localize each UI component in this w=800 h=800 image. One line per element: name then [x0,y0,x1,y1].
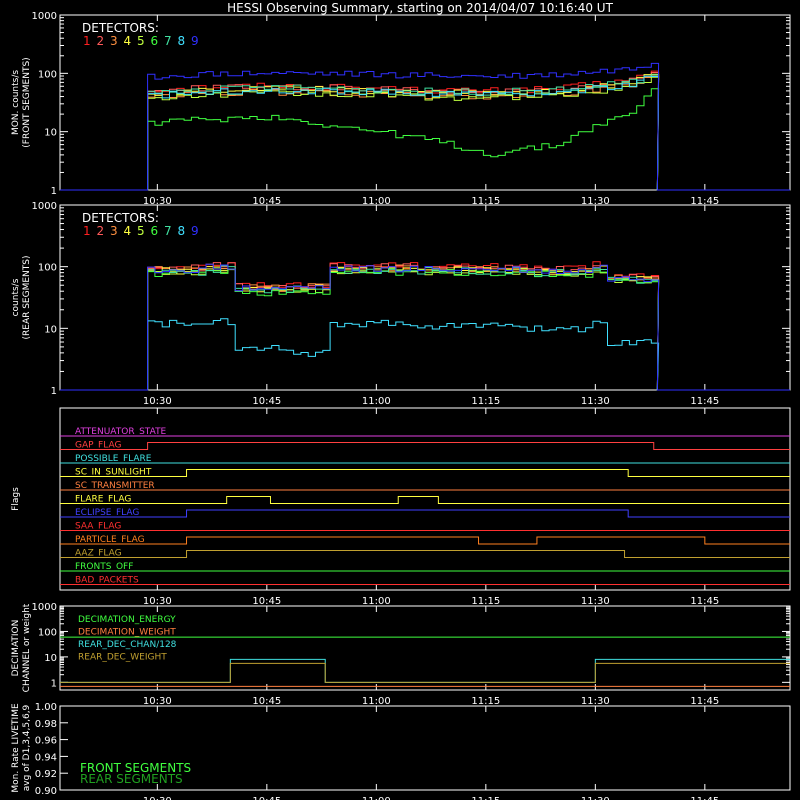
decimation-panel-ytick-label-3: 1000 [32,602,57,613]
rear-panel-legend-entry-7: 8 [178,224,186,238]
front-panel-series-8 [60,75,790,191]
front-panel-legend-entry-0: 1 [83,34,91,48]
front-panel-legend-entry-6: 7 [164,34,172,48]
rear-panel-xtick-label-3: 11:15 [471,396,500,407]
rear-panel-legend-entry-1: 2 [97,224,105,238]
livetime-ytick-label-5: 1.00 [35,702,57,713]
flags-panel-xtick-label-2: 11:00 [362,596,391,607]
rear-panel-xtick-label-5: 11:45 [690,396,719,407]
livetime-ytick-label-4: 0.98 [35,719,57,730]
flags-panel-frame [59,407,791,591]
decimation-panel-xtick-label-1: 10:45 [252,696,281,707]
decimation-panel-xtick-label-4: 11:30 [581,696,610,707]
rear-panel-legend-entry-4: 5 [137,224,145,238]
observing-summary-figure: HESSI Observing Summary, starting on 201… [11,1,791,800]
decimation-legend-3: REAR_DEC_WEIGHT [78,653,167,663]
rear-panel-legend-entry-6: 7 [164,224,172,238]
front-panel-legend-entry-3: 4 [124,34,132,48]
decimation-rear-weight-line [60,662,790,683]
flag-line-3 [60,469,790,477]
rear-panel-legend-entry-5: 6 [151,224,159,238]
decimation-panel-ytick-label-0: 1 [51,678,57,689]
livetime-ytick-label-2: 0.94 [35,752,57,763]
front-panel-ylabel-0: MON. counts/s [11,70,21,135]
livetime-ytick-label-1: 0.92 [35,769,57,780]
livetime-panel-xtick-label-3: 11:15 [471,796,500,800]
rear-panel-xtick-label-4: 11:30 [581,396,610,407]
flags-panel-ylabel-0: Flags [11,487,21,511]
flags-panel-xtick-label-4: 11:30 [581,596,610,607]
livetime-panel-xtick-label-1: 10:45 [252,796,281,800]
decimation-panel-xtick-label-5: 11:45 [690,696,719,707]
flags-panel-xtick-label-3: 11:15 [471,596,500,607]
front-panel-ytick-label-1: 10 [44,128,57,139]
front-panel-ytick-label-2: 100 [38,69,57,80]
front-panel-ytick-label-3: 1000 [32,11,57,22]
flag-line-1 [60,442,790,450]
livetime-ytick-label-0: 0.90 [35,786,57,797]
livetime-ytick-label-3: 0.96 [35,736,57,747]
rear-panel-series-6 [60,268,790,391]
decimation-rear-chan-line [60,658,790,683]
front-panel-legend-title: DETECTORS: [82,21,159,35]
rear-panel-legend-entry-0: 1 [83,224,91,238]
decimation-panel-xtick-label-3: 11:15 [471,696,500,707]
decimation-legend-0: DECIMATION_ENERGY [78,615,176,625]
front-panel-ytick-label-0: 1 [51,186,57,197]
front-panel-legend-entry-4: 5 [137,34,145,48]
front-panel-series-6 [60,88,790,191]
rear-panel-legend-entry-8: 9 [191,224,199,238]
flag-line-6 [60,509,790,518]
front-panel-ylabel-1: (FRONT SEGMENTS) [22,57,32,147]
rear-panel-legend-title: DETECTORS: [82,211,159,225]
decimation-panel-ytick-label-1: 10 [44,653,57,664]
livetime-panel-xtick-label-0: 10:30 [143,796,172,800]
decimation-panel-ylabel-1: CHANNEL or weight [22,603,32,692]
rear-panel-ytick-label-0: 1 [51,386,57,397]
rear-panel-ytick-label-2: 100 [38,263,57,274]
rear-panel-xtick-label-0: 10:30 [143,396,172,407]
flags-panel-xtick-label-5: 11:45 [690,596,719,607]
decimation-panel-ylabel-0: DECIMATION [11,620,21,677]
figure-title: HESSI Observing Summary, starting on 201… [227,1,613,15]
decimation-panel-xtick-label-0: 10:30 [143,696,172,707]
rear-panel-legend-entry-2: 3 [110,224,118,238]
rear-panel-series-8 [60,318,790,391]
decimation-legend-2: REAR_DEC_CHAN/128 [78,640,177,650]
flag-line-8 [60,536,790,545]
rear-panel-ylabel-1: (REAR SEGMENTS) [22,255,32,339]
livetime-panel-xtick-label-2: 11:00 [362,796,391,800]
livetime-panel-xtick-label-4: 11:30 [581,796,610,800]
rear-panel-legend-entry-3: 4 [124,224,132,238]
livetime-panel-ylabel-1: avg of D1,3,4,5,6,9 [22,704,32,791]
decimation-panel-xtick-label-2: 11:00 [362,696,391,707]
front-panel-legend-entry-1: 2 [97,34,105,48]
front-panel-legend-entry-2: 3 [110,34,118,48]
livetime-panel-xtick-label-5: 11:45 [690,796,719,800]
front-panel-legend-entry-5: 6 [151,34,159,48]
front-panel-legend-entry-8: 9 [191,34,199,48]
rear-panel-xtick-label-2: 11:00 [362,396,391,407]
front-panel-legend-entry-7: 8 [178,34,186,48]
panels-group: 10:30 10:45 11:00 11:15 11:30 11:451101001000… [11,11,791,800]
rear-panel-ylabel-0: counts/s [11,278,21,316]
rear-panel-ytick-label-1: 10 [44,324,57,335]
decimation-panel-ytick-label-2: 100 [38,627,57,638]
rear-panel-series-5 [60,267,790,391]
front-panel-series-9 [60,62,790,191]
flag-line-9 [60,550,790,558]
rear-panel-xtick-label-1: 10:45 [252,396,281,407]
decimation-legend-1: DECIMATION_WEIGHT [78,628,176,638]
flag-line-5 [60,496,790,504]
rear-panel-ytick-label-3: 1000 [32,201,57,212]
livetime-panel-ylabel-0: Mon. Rate LIVETIME [11,703,21,793]
flags-panel-xtick-label-1: 10:45 [252,596,281,607]
livetime-legend-1: REAR SEGMENTS [80,772,183,786]
flags-panel-xtick-label-0: 10:30 [143,596,172,607]
